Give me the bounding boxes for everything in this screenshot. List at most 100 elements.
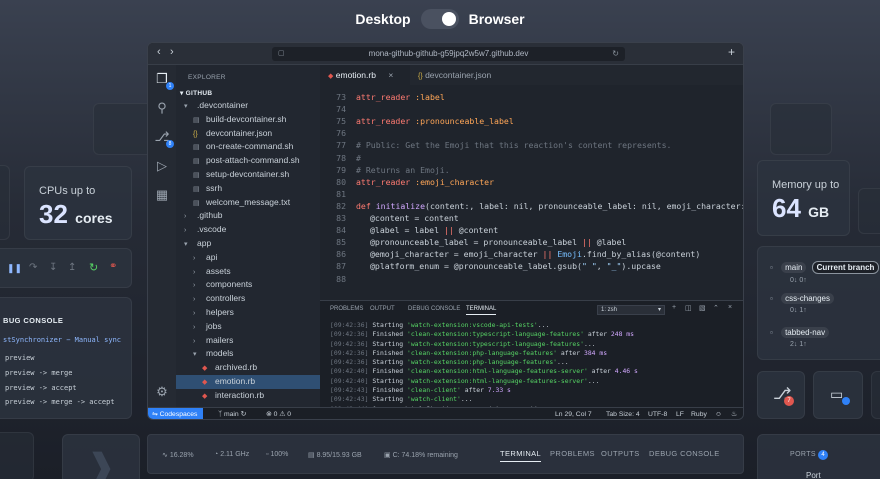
run-debug-icon[interactable]: ▷ bbox=[154, 158, 170, 174]
terminal-line: [09:42:36] Starting 'watch-extension:vsc… bbox=[330, 321, 740, 330]
tab-emotion-rb[interactable]: ◆ emotion.rb × bbox=[320, 65, 410, 85]
tree-item[interactable]: ▾ .devcontainer bbox=[176, 99, 320, 113]
terminal-text: 384 ms bbox=[583, 348, 608, 357]
tab-size[interactable]: Tab Size: 4 bbox=[606, 408, 640, 419]
tree-item[interactable]: › assets bbox=[176, 265, 320, 279]
back-icon[interactable]: ‹ bbox=[157, 46, 161, 58]
tree-item[interactable]: ▤ ssrh bbox=[176, 182, 320, 196]
tree-item[interactable]: ▤ post-attach-command.sh bbox=[176, 154, 320, 168]
disconnect-icon[interactable]: ⚭ bbox=[109, 261, 117, 272]
disk-icon: ▣ bbox=[384, 452, 393, 459]
tab-devcontainer-json[interactable]: {} devcontainer.json bbox=[410, 65, 499, 85]
tree-item[interactable]: ▤ setup-devcontainer.sh bbox=[176, 168, 320, 182]
feedback-icon[interactable]: ☺ bbox=[715, 408, 722, 419]
chevron-down-icon: ▾ bbox=[184, 240, 188, 248]
pause-icon[interactable]: ❚❚ bbox=[7, 263, 22, 274]
line-number: 84 bbox=[336, 225, 346, 236]
terminal-text: [09:42:40] bbox=[330, 367, 369, 376]
notifications-icon[interactable]: ♨ bbox=[731, 408, 737, 419]
ports-tab[interactable]: PORTS bbox=[790, 451, 816, 458]
tree-item[interactable]: › mailers bbox=[176, 334, 320, 348]
bottom-tab-debug-console[interactable]: DEBUG CONSOLE bbox=[649, 449, 720, 458]
mode-switch[interactable] bbox=[420, 9, 459, 29]
new-tab-icon[interactable]: + bbox=[728, 45, 735, 59]
tree-item-label: components bbox=[206, 279, 253, 290]
close-icon[interactable]: × bbox=[388, 70, 393, 80]
step-out-icon[interactable]: ↥ bbox=[68, 262, 76, 273]
branch-row-tabbed-nav[interactable]: ▫ tabbed-nav 2↓ 1↑ bbox=[770, 327, 830, 348]
terminal-shell-select[interactable]: 1: zsh ▾ bbox=[597, 305, 665, 315]
code-editor[interactable]: attr_reader :label attr_reader :pronounc… bbox=[320, 91, 743, 316]
error-count: 0 bbox=[273, 411, 278, 418]
chevron-right-icon: › bbox=[193, 268, 196, 276]
panel-tab-terminal[interactable]: TERMINAL bbox=[466, 306, 497, 315]
debug-console-card: BUG CONSOLE stSynchronizer − Manual sync… bbox=[0, 297, 132, 419]
branch-status[interactable]: ᛉ main ↻ bbox=[218, 408, 246, 419]
tree-item[interactable]: ◆ interaction.rb bbox=[176, 389, 320, 403]
new-terminal-icon[interactable]: + bbox=[672, 304, 676, 311]
url-bar[interactable]: ▢ mona-github-github-g59jpq2w5w7.github.… bbox=[272, 47, 625, 61]
tree-item[interactable]: ▾ models bbox=[176, 347, 320, 361]
root-folder-label: GITHUB bbox=[185, 90, 213, 97]
bottom-tab-outputs[interactable]: OUTPUTS bbox=[601, 449, 640, 458]
tree-item[interactable]: › jobs bbox=[176, 320, 320, 334]
search-icon[interactable]: ⚲ bbox=[154, 100, 170, 116]
line-number: 79 bbox=[336, 164, 346, 175]
resource-stats-bar: ∿ 16.28% ◔ 2.11 GHz ▫ 100% ▤ 8.95/15.93 … bbox=[147, 434, 744, 474]
trash-icon[interactable]: ▧ bbox=[699, 304, 706, 312]
bottom-tab-terminal[interactable]: TERMINAL bbox=[500, 449, 542, 462]
branch-row-main[interactable]: ▫ main Current branch 0↓ 0↑ bbox=[770, 261, 880, 284]
panel-tab-debug-console[interactable]: DEBUG CONSOLE bbox=[408, 306, 460, 312]
eol[interactable]: LF bbox=[676, 408, 684, 419]
terminal-output[interactable]: [09:42:36] Starting 'watch-extension:vsc… bbox=[330, 321, 740, 419]
tree-item[interactable]: ▤ welcome_message.txt bbox=[176, 196, 320, 210]
chevron-right-icon: › bbox=[193, 309, 196, 317]
terminal-text: [09:42:36] bbox=[330, 348, 369, 357]
explorer-root[interactable]: ▾ GITHUB bbox=[180, 89, 212, 97]
extensions-icon[interactable]: ▦ bbox=[154, 187, 170, 203]
line-number: 74 bbox=[336, 104, 346, 115]
remote-explorer-card[interactable]: ▭ bbox=[813, 371, 863, 419]
tree-item[interactable]: ▤ on-create-command.sh bbox=[176, 140, 320, 154]
settings-gear-icon[interactable]: ⚙ bbox=[154, 384, 170, 400]
codespaces-button[interactable]: ⇋ Codespaces bbox=[148, 408, 204, 419]
code-line-86: @emoji_character = emoji_character || Em… bbox=[370, 248, 700, 260]
encoding[interactable]: UTF-8 bbox=[648, 408, 667, 419]
code-line-87: @platform_enum = @pronounceable_label.gs… bbox=[370, 260, 661, 272]
tree-item[interactable]: › helpers bbox=[176, 306, 320, 320]
split-terminal-icon[interactable]: ◫ bbox=[685, 304, 692, 312]
problems-status[interactable]: ⊗ 0 ⚠ 0 bbox=[266, 408, 291, 419]
keyword: attr_reader bbox=[356, 176, 411, 187]
restart-icon[interactable]: ↻ bbox=[89, 261, 98, 274]
terminal-text: Finished bbox=[368, 367, 407, 376]
tree-item[interactable]: ◆ emotion.rb bbox=[176, 374, 320, 389]
branch-row-css-changes[interactable]: ▫ css-changes 0↓ 1↑ bbox=[770, 293, 834, 314]
close-panel-icon[interactable]: × bbox=[728, 304, 732, 311]
function-name: initialize bbox=[375, 200, 426, 211]
tree-item[interactable]: › controllers bbox=[176, 292, 320, 306]
language-mode[interactable]: Ruby bbox=[691, 408, 707, 419]
reload-icon[interactable]: ↻ bbox=[612, 47, 619, 61]
maximize-icon[interactable]: ⌃ bbox=[713, 304, 719, 312]
bottom-tab-problems[interactable]: PROBLEMS bbox=[550, 449, 595, 458]
terminal-text: 248 ms bbox=[610, 330, 634, 339]
step-into-icon[interactable]: ↧ bbox=[49, 262, 57, 273]
source-control-card[interactable]: ⎇ 7 bbox=[757, 371, 805, 419]
tree-item[interactable]: {} devcontainer.json bbox=[176, 127, 320, 141]
tree-item[interactable]: › .vscode bbox=[176, 223, 320, 237]
forward-icon[interactable]: › bbox=[170, 46, 174, 58]
tree-item[interactable]: ▤ build-devcontainer.sh bbox=[176, 113, 320, 127]
panel-tab-problems[interactable]: PROBLEMS bbox=[330, 306, 363, 312]
tree-item[interactable]: ◆ archived.rb bbox=[176, 361, 320, 375]
tree-item[interactable]: ▾ app bbox=[176, 237, 320, 251]
tree-item[interactable]: › components bbox=[176, 278, 320, 292]
step-over-icon[interactable]: ↷ bbox=[29, 262, 37, 273]
tree-item[interactable]: › .github bbox=[176, 209, 320, 223]
cursor-position[interactable]: Ln 29, Col 7 bbox=[555, 408, 592, 419]
branch-label: main bbox=[223, 411, 239, 418]
tree-item[interactable]: › api bbox=[176, 251, 320, 265]
chevron-right-icon: › bbox=[193, 282, 196, 290]
panel-tab-output[interactable]: OUTPUT bbox=[370, 306, 395, 312]
file-icon: ▤ bbox=[193, 185, 200, 193]
json-file-icon: {} bbox=[418, 73, 423, 80]
